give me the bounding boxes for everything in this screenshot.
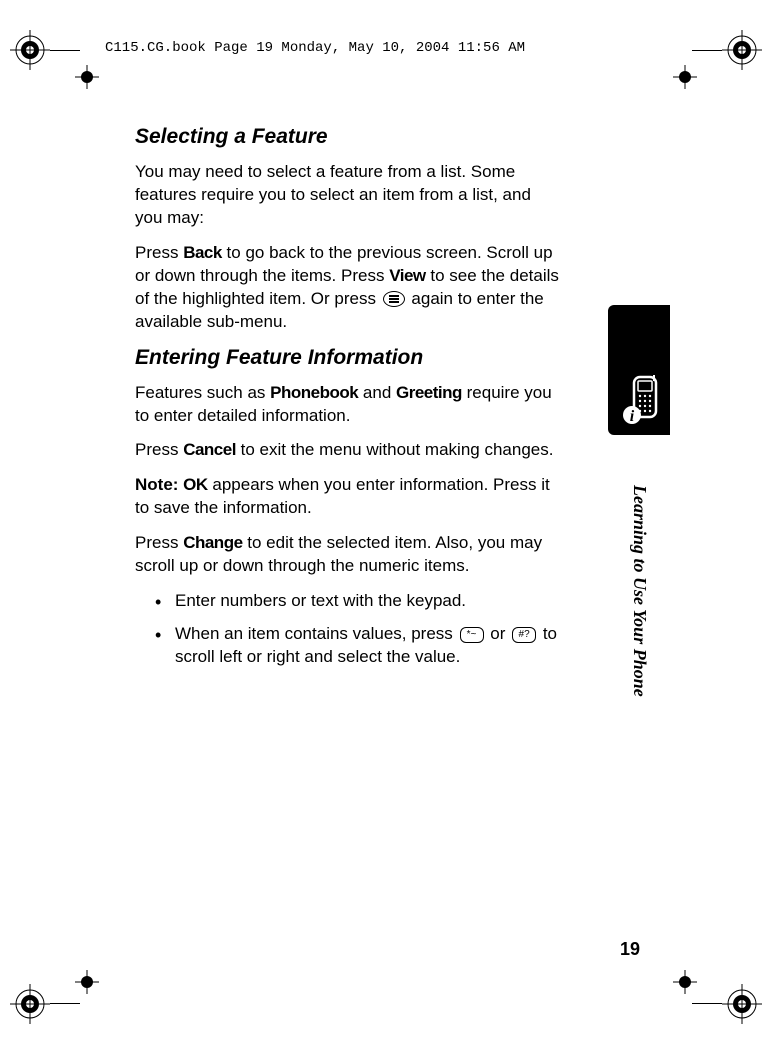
heading-entering-info: Entering Feature Information — [135, 346, 560, 370]
thumb-tab: i — [608, 305, 670, 435]
crop-mark-tr — [722, 30, 762, 70]
paragraph-cancel: Press Cancel to exit the menu without ma… — [135, 439, 560, 462]
crop-line — [50, 50, 80, 51]
menu-key-icon — [383, 291, 405, 307]
paragraph-intro: You may need to select a feature from a … — [135, 161, 560, 230]
side-section-label: Learning to Use Your Phone — [629, 485, 650, 697]
paragraph-note-ok: Note: OK appears when you enter informat… — [135, 474, 560, 520]
phone-info-icon: i — [616, 375, 662, 430]
star-key-icon: *~ — [460, 627, 484, 643]
corner-cross — [673, 65, 697, 94]
page-number: 19 — [620, 939, 640, 960]
page-frame: Selecting a Feature You may need to sele… — [95, 85, 670, 975]
bullet-list: Enter numbers or text with the keypad. W… — [135, 590, 560, 669]
corner-cross — [673, 970, 697, 999]
crop-mark-bl — [10, 984, 50, 1024]
paragraph-back-view: Press Back to go back to the previous sc… — [135, 242, 560, 334]
crop-mark-tl — [10, 30, 50, 70]
paragraph-change: Press Change to edit the selected item. … — [135, 532, 560, 578]
label-greeting: Greeting — [396, 383, 462, 402]
softkey-cancel: Cancel — [183, 440, 236, 459]
list-item: When an item contains values, press *~ o… — [155, 623, 560, 669]
paragraph-features: Features such as Phonebook and Greeting … — [135, 382, 560, 428]
header-filename: C115.CG.book Page 19 Monday, May 10, 200… — [105, 40, 525, 56]
crop-line — [50, 1003, 80, 1004]
crop-line — [692, 1003, 722, 1004]
note-label: Note: — [135, 475, 183, 494]
softkey-back: Back — [183, 243, 222, 262]
crop-line — [692, 50, 722, 51]
hash-key-icon: #? — [512, 627, 536, 643]
svg-text:i: i — [630, 408, 635, 425]
softkey-change: Change — [183, 533, 242, 552]
label-phonebook: Phonebook — [270, 383, 358, 402]
content-area: Selecting a Feature You may need to sele… — [95, 85, 615, 669]
crop-mark-br — [722, 984, 762, 1024]
list-item: Enter numbers or text with the keypad. — [155, 590, 560, 613]
softkey-view: View — [389, 266, 425, 285]
softkey-ok: OK — [183, 475, 208, 494]
heading-selecting-feature: Selecting a Feature — [135, 125, 560, 149]
